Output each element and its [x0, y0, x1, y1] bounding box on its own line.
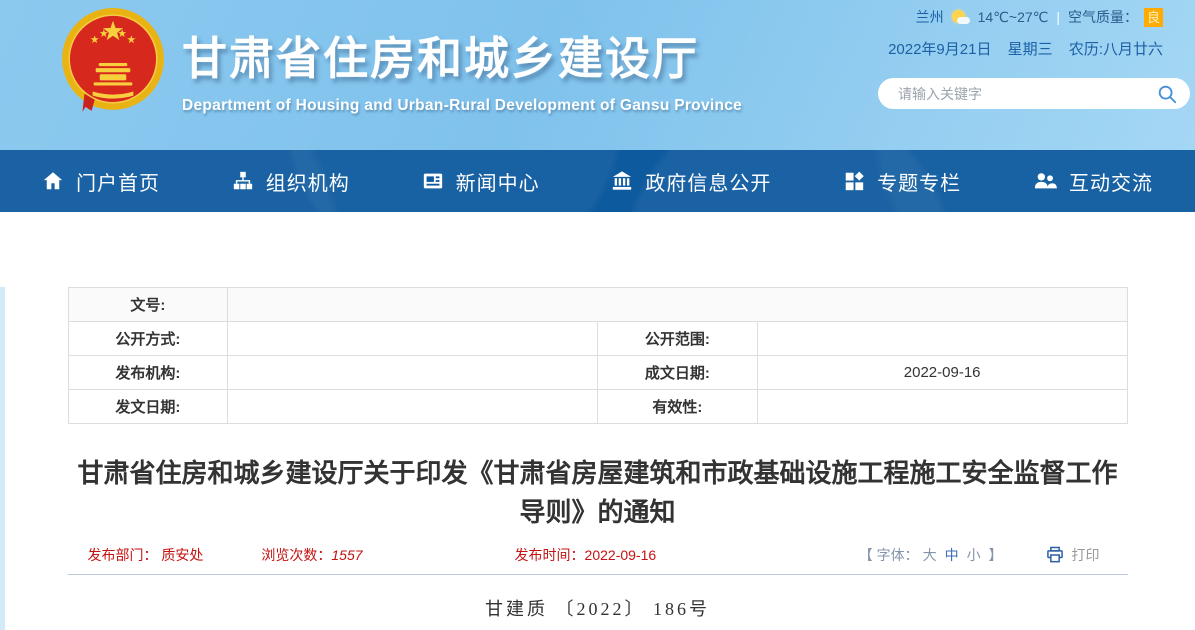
printer-icon	[1045, 545, 1065, 565]
national-emblem-logo	[58, 6, 168, 116]
people-icon	[1033, 170, 1057, 192]
publish-org-value	[228, 356, 598, 390]
font-size-medium-button[interactable]: 中	[945, 547, 959, 563]
news-icon	[422, 170, 444, 192]
font-size-large-button[interactable]: 大	[923, 547, 937, 563]
nav-item-organization[interactable]: 组织机构	[232, 167, 350, 196]
nav-item-news[interactable]: 新闻中心	[422, 167, 540, 196]
site-subtitle-en: Department of Housing and Urban-Rural De…	[182, 97, 742, 115]
topics-grid-icon	[843, 170, 865, 192]
nav-item-label: 政府信息公开	[645, 167, 771, 196]
written-date-value: 2022-09-16	[757, 356, 1127, 390]
article-meta-bar: 发布部门： 质安处 浏览次数：1557 发布时间：2022-09-16 【 字体…	[68, 545, 1128, 565]
page-body: 文号: 公开方式: 公开范围: 发布机构: 成文日期: 2022-09-16 发…	[0, 287, 1195, 630]
site-header: 甘肃省住房和城乡建设厅 Department of Housing and Ur…	[0, 0, 1195, 150]
brand: 甘肃省住房和城乡建设厅 Department of Housing and Ur…	[182, 22, 742, 115]
weekday-text: 星期三	[1008, 41, 1053, 58]
home-icon	[42, 170, 64, 192]
print-button[interactable]: 打印	[1045, 545, 1100, 565]
weather-city: 兰州	[916, 7, 944, 27]
weather-bar: 兰州 14℃~27℃ | 空气质量： 良	[916, 7, 1163, 27]
validity-label: 有效性:	[597, 390, 757, 424]
doc-number-label: 文号:	[68, 288, 228, 322]
air-quality-label: 空气质量：	[1068, 7, 1138, 27]
doc-number-value	[228, 288, 1127, 322]
publish-org-label: 发布机构:	[68, 356, 228, 390]
table-row: 文号:	[68, 288, 1127, 322]
article-title: 甘肃省住房和城乡建设厅关于印发《甘肃省房屋建筑和市政基础设施工程施工安全监督工作…	[68, 454, 1128, 532]
issue-date-label: 发文日期:	[68, 390, 228, 424]
site-title: 甘肃省住房和城乡建设厅	[182, 22, 742, 87]
publish-time: 发布时间：2022-09-16	[515, 545, 657, 565]
main-nav: 门户首页 组织机构 新闻中心 政府信息公开	[0, 150, 1195, 212]
publish-dept: 发布部门： 质安处	[88, 545, 204, 565]
weather-temperature: 14℃~27℃	[978, 9, 1049, 26]
font-size-small-button[interactable]: 小	[967, 547, 981, 563]
search-input[interactable]	[898, 86, 1156, 102]
nav-item-label: 门户首页	[76, 167, 160, 196]
open-method-value	[228, 322, 598, 356]
nav-item-label: 组织机构	[266, 167, 350, 196]
open-method-label: 公开方式:	[68, 322, 228, 356]
air-quality-badge: 良	[1144, 8, 1163, 27]
publish-dept-value: 质安处	[161, 547, 203, 563]
table-row: 发布机构: 成文日期: 2022-09-16	[68, 356, 1127, 390]
open-scope-value	[757, 322, 1127, 356]
written-date-label: 成文日期:	[597, 356, 757, 390]
gov-building-icon	[611, 170, 633, 192]
header-right: 兰州 14℃~27℃ | 空气质量： 良 2022年9月21日 星期三 农历:八…	[865, 0, 1195, 150]
nav-item-label: 专题专栏	[877, 167, 961, 196]
view-count: 浏览次数：1557	[261, 545, 362, 565]
open-scope-label: 公开范围:	[597, 322, 757, 356]
date-bar: 2022年9月21日 星期三 农历:八月廿六	[888, 38, 1163, 59]
left-edge-strip	[0, 287, 5, 630]
nav-item-gov-info[interactable]: 政府信息公开	[611, 167, 771, 196]
search-box[interactable]	[878, 78, 1190, 109]
search-icon[interactable]	[1156, 83, 1178, 105]
content-divider	[68, 574, 1128, 575]
print-label: 打印	[1072, 545, 1100, 565]
nav-item-label: 新闻中心	[456, 167, 540, 196]
validity-value	[757, 390, 1127, 424]
nav-item-topics[interactable]: 专题专栏	[843, 167, 961, 196]
org-chart-icon	[232, 170, 254, 192]
view-count-value: 1557	[331, 547, 362, 563]
document-reference-number: 甘建质 〔2022〕 186号	[68, 595, 1128, 621]
weather-separator: |	[1056, 9, 1060, 25]
font-size-tool: 【 字体：大中小 】	[859, 545, 1003, 565]
nav-item-label: 互动交流	[1069, 167, 1153, 196]
sun-icon	[950, 10, 970, 24]
table-row: 发文日期: 有效性:	[68, 390, 1127, 424]
nav-item-home[interactable]: 门户首页	[42, 167, 160, 196]
table-row: 公开方式: 公开范围:	[68, 322, 1127, 356]
lunar-date-text: 农历:八月廿六	[1069, 41, 1163, 58]
issue-date-value	[228, 390, 598, 424]
publish-time-value: 2022-09-16	[585, 547, 657, 563]
nav-item-interaction[interactable]: 互动交流	[1033, 167, 1153, 196]
document-info-table: 文号: 公开方式: 公开范围: 发布机构: 成文日期: 2022-09-16 发…	[68, 287, 1128, 424]
date-text: 2022年9月21日	[888, 41, 991, 58]
